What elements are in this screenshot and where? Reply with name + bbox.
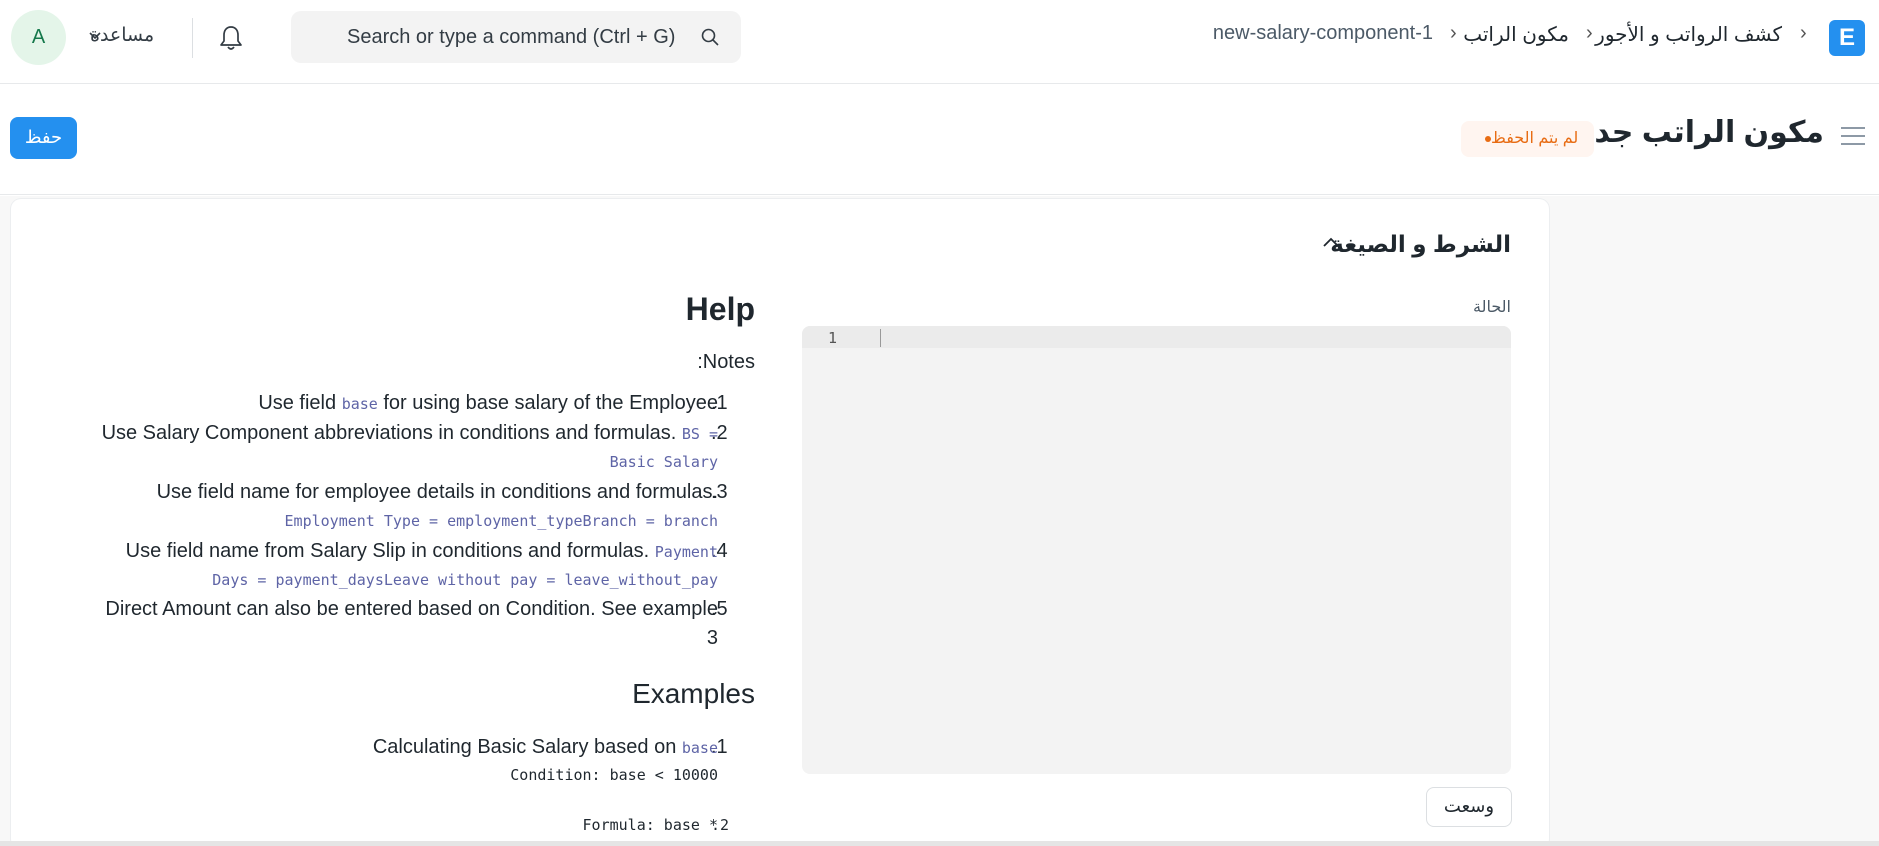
search-bar[interactable]: Search or type a command (Ctrl + G) xyxy=(291,11,741,63)
unsaved-status-badge: لم يتم الحفظ xyxy=(1461,121,1595,157)
breadcrumb-salary-component[interactable]: مكون الراتب xyxy=(1463,22,1569,47)
note-code: base xyxy=(341,395,378,413)
note-item-continued: 3 xyxy=(706,627,718,649)
example-condition-code: Condition: base < 10000 xyxy=(510,766,718,784)
navbar-divider xyxy=(192,18,193,58)
user-avatar[interactable]: A xyxy=(11,10,66,65)
note-item: Use Salary Component abbreviations in co… xyxy=(102,422,718,445)
search-input[interactable]: Search or type a command (Ctrl + G) xyxy=(347,26,675,49)
active-line-highlight xyxy=(802,326,1511,348)
example-text: Calculating Basic Salary based on xyxy=(372,736,682,758)
notes-label: :Notes xyxy=(697,351,755,373)
examples-title: Examples xyxy=(632,678,755,709)
text-cursor xyxy=(880,329,881,347)
example-formula-code: Formula: base * xyxy=(582,816,718,834)
note-text: for using base salary of the Employee xyxy=(377,392,718,414)
note-text: Use field xyxy=(258,392,342,414)
note-text: Use field name from Salary Slip in condi… xyxy=(125,540,655,562)
page-title: مكون الراتب جديد xyxy=(1565,116,1824,149)
example-item: Calculating Basic Salary based on base xyxy=(373,736,718,759)
page-head: مكون الراتب جديد لم يتم الحفظ حفظ xyxy=(0,85,1879,195)
chevron-up-icon[interactable] xyxy=(1321,235,1341,249)
note-item: Direct Amount can also be entered based … xyxy=(105,598,718,620)
note-code-line: Employment Type = employment_typeBranch … xyxy=(284,512,718,530)
help-title: Help xyxy=(685,291,755,327)
horizontal-scrollbar[interactable] xyxy=(0,841,1879,846)
navbar: E › كشف الرواتب و الأجور › مكون الراتب ›… xyxy=(0,0,1879,84)
note-item: Use field name from Salary Slip in condi… xyxy=(126,540,718,563)
save-button[interactable]: حفظ xyxy=(10,117,77,159)
chevron-down-icon[interactable] xyxy=(88,30,102,42)
breadcrumb-current-doc[interactable]: new-salary-component-1 xyxy=(1213,22,1433,45)
condition-code-editor[interactable]: 1 xyxy=(802,326,1511,774)
condition-field-label: الحالة xyxy=(1473,297,1511,316)
app-logo[interactable]: E xyxy=(1829,20,1865,56)
status-badge-label: لم يتم الحفظ xyxy=(1491,130,1579,147)
search-icon xyxy=(701,28,719,46)
sidebar-toggle-icon[interactable] xyxy=(1841,127,1865,147)
form-section-card: الشرط و الصيغة الحالة 1 وسعت Help :Notes… xyxy=(11,199,1549,846)
breadcrumb-separator: › xyxy=(1586,22,1593,44)
section-title[interactable]: الشرط و الصيغة xyxy=(1330,231,1511,258)
note-item: Use field base for using base salary of … xyxy=(258,392,718,415)
breadcrumb-separator: › xyxy=(1800,22,1807,44)
note-text: Use Salary Component abbreviations in co… xyxy=(101,422,682,444)
breadcrumb-payroll[interactable]: كشف الرواتب و الأجور xyxy=(1595,22,1782,47)
note-code-line: Basic Salary xyxy=(609,453,718,471)
notification-bell-icon[interactable] xyxy=(218,24,244,52)
breadcrumb-separator: › xyxy=(1450,22,1457,44)
note-code: Payment xyxy=(654,543,718,561)
line-number: 1 xyxy=(828,329,838,347)
expand-editor-button[interactable]: وسعت xyxy=(1426,787,1512,827)
note-code-line: Days = payment_daysLeave without pay = l… xyxy=(212,571,718,589)
note-item: Use field name for employee details in c… xyxy=(156,481,718,503)
note-code: BS = xyxy=(681,425,718,443)
example-code: base xyxy=(681,739,718,757)
